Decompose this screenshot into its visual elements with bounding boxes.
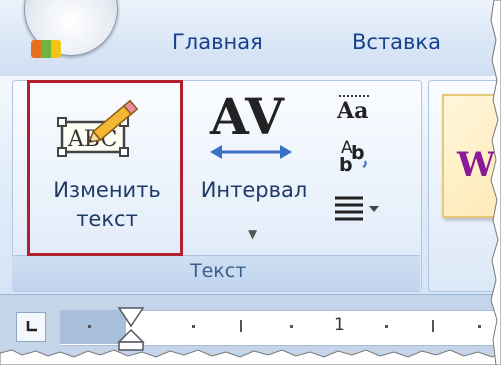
group-label-text: Текст: [190, 260, 247, 282]
tab-stop-icon: [26, 321, 37, 332]
tab-insert[interactable]: Вставка: [352, 30, 441, 54]
ruler-dot: [478, 325, 481, 328]
av-spacing-icon: AV: [209, 88, 292, 159]
torn-edge-right: [490, 0, 501, 365]
tab-home[interactable]: Главная: [172, 30, 263, 54]
app-window: Главная Вставка Текст W ABC Изменить тек…: [0, 0, 501, 365]
interval-label: Интервал: [200, 178, 308, 202]
change-text-label: Изменить текст: [32, 176, 182, 234]
ruler-dot: [88, 325, 91, 328]
ruler-dot: [290, 325, 293, 328]
abc-pencil-icon: ABC: [57, 99, 139, 157]
interval-dropdown-arrow-icon[interactable]: ▼: [248, 227, 257, 241]
ruler-number: 1: [334, 315, 345, 335]
change-text-label-line1: Изменить: [53, 178, 161, 202]
ab-vertical-text-icon[interactable]: A b b: [333, 135, 373, 179]
indent-hourglass-icon[interactable]: [116, 306, 146, 352]
aa-equal-height-icon[interactable]: Aa: [333, 88, 373, 128]
change-text-label-line2: текст: [76, 207, 138, 231]
svg-text:Aa: Aa: [336, 98, 368, 124]
ruler-dot: [385, 325, 388, 328]
svg-text:b: b: [351, 142, 365, 164]
text-align-icon[interactable]: [333, 192, 393, 232]
ruler-tick: [432, 320, 434, 332]
torn-edge-bottom: [0, 349, 501, 365]
office-logo-icon: [31, 40, 61, 58]
ruler-tick: [240, 320, 242, 332]
svg-text:AV: AV: [209, 88, 285, 146]
ruler-dot: [192, 325, 195, 328]
